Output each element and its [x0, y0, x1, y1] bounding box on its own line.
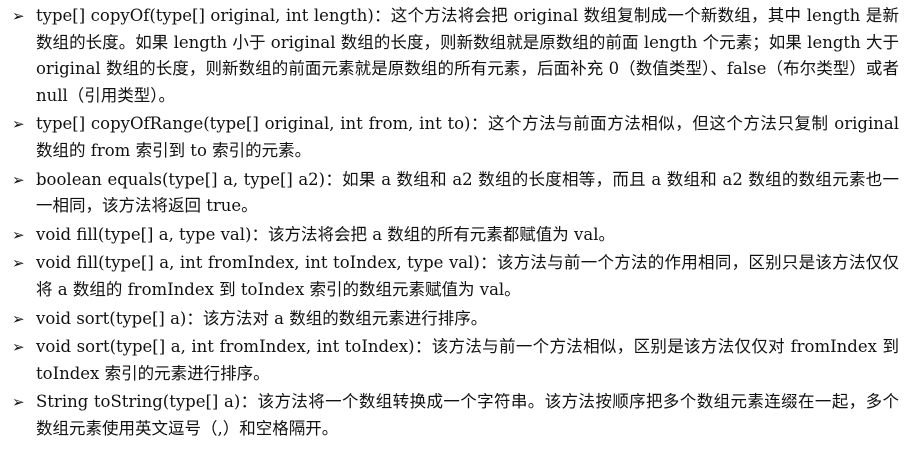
list-item: ➢ type[] copyOfRange(type[] original, in…: [10, 111, 899, 164]
bullet-arrow-icon: ➢: [12, 309, 25, 328]
list-item: ➢ String toString(type[] a)：该方法将一个数组转换成一…: [10, 389, 899, 442]
bullet-arrow-icon: ➢: [12, 170, 25, 189]
method-description: void fill(type[] a, int fromIndex, int t…: [36, 253, 899, 299]
list-item: ➢ void fill(type[] a, int fromIndex, int…: [10, 250, 899, 303]
document-page: ➢ type[] copyOf(type[] original, int len…: [0, 0, 907, 464]
bullet-arrow-icon: ➢: [12, 225, 25, 244]
list-item: ➢ boolean equals(type[] a, type[] a2)：如果…: [10, 167, 899, 220]
bullet-arrow-icon: ➢: [12, 338, 25, 357]
bullet-arrow-icon: ➢: [12, 115, 25, 134]
method-description: void sort(type[] a, int fromIndex, int t…: [36, 337, 899, 383]
list-item: ➢ void fill(type[] a, type val)：该方法将会把 a…: [10, 222, 899, 249]
method-description: type[] copyOfRange(type[] original, int …: [36, 114, 899, 160]
list-item: ➢ type[] copyOf(type[] original, int len…: [10, 3, 899, 109]
bullet-arrow-icon: ➢: [12, 393, 25, 412]
bullet-arrow-icon: ➢: [12, 7, 25, 25]
method-description: boolean equals(type[] a, type[] a2)：如果 a…: [36, 169, 899, 216]
bullet-arrow-icon: ➢: [12, 254, 25, 273]
method-list: ➢ type[] copyOf(type[] original, int len…: [10, 3, 899, 443]
method-description: void sort(type[] a)：该方法对 a 数组的数组元素进行排序。: [36, 308, 488, 328]
method-description: void fill(type[] a, type val)：该方法将会把 a 数…: [36, 224, 615, 244]
method-description: type[] copyOf(type[] original, int lengt…: [36, 6, 899, 105]
list-item: ➢ void sort(type[] a)：该方法对 a 数组的数组元素进行排序…: [10, 306, 899, 333]
method-description: String toString(type[] a)：该方法将一个数组转换成一个字…: [36, 392, 899, 438]
list-item: ➢ void sort(type[] a, int fromIndex, int…: [10, 334, 899, 387]
